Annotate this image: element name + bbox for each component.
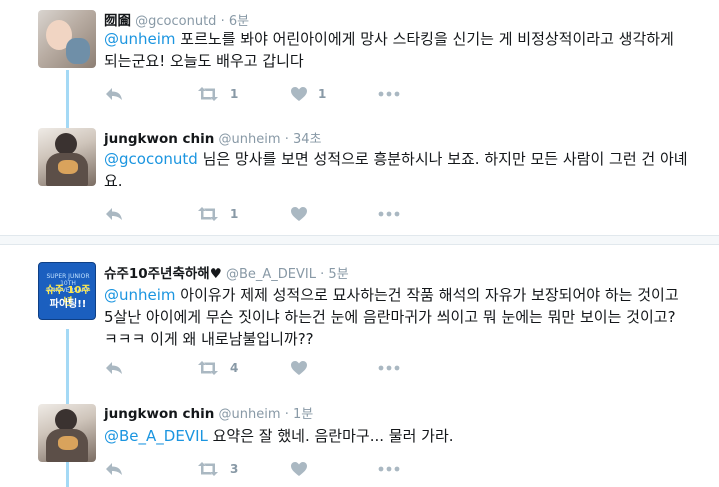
reply-button[interactable] <box>104 459 124 479</box>
display-name[interactable]: 슈주10주년축하해♥ <box>104 266 222 282</box>
avatar[interactable]: SUPER JUNIOR 10TH ANNIVERSARY 슈주 10주년 파이… <box>38 262 96 320</box>
retweet-button[interactable]: 3 <box>196 459 238 479</box>
retweet-icon <box>196 360 220 376</box>
display-name[interactable]: 囫圇 <box>104 13 131 29</box>
mention-link[interactable]: @unheim <box>104 286 176 304</box>
tweet-actions: 4 <box>104 358 424 378</box>
more-button[interactable] <box>378 459 400 479</box>
tweet-header: jungkwon chin @unheim · 34초 <box>104 128 322 147</box>
retweet-count: 4 <box>230 361 239 375</box>
retweet-icon <box>196 206 220 222</box>
mention-link[interactable]: @Be_A_DEVIL <box>104 427 208 445</box>
more-button[interactable] <box>378 84 400 104</box>
reply-icon <box>104 461 124 477</box>
user-handle[interactable]: @unheim <box>219 407 281 422</box>
retweet-button[interactable]: 1 <box>196 204 238 224</box>
like-button[interactable] <box>290 358 308 378</box>
tweet-header: 囫圇 @gcoconutd · 6분 <box>104 9 249 29</box>
like-count: 1 <box>318 87 327 101</box>
retweet-count: 3 <box>230 462 239 476</box>
avatar[interactable] <box>38 404 96 462</box>
avatar[interactable] <box>38 10 96 68</box>
tweet-text: @unheim 포르노를 봐야 어린아이에게 망사 스타킹을 신기는 게 비정상… <box>104 28 689 72</box>
more-icon <box>378 91 400 97</box>
user-handle[interactable]: @Be_A_DEVIL <box>226 267 316 282</box>
like-button[interactable]: 1 <box>290 84 326 104</box>
like-icon <box>290 360 308 376</box>
retweet-button[interactable]: 1 <box>196 84 238 104</box>
separator-dot: · <box>320 267 325 282</box>
tweet-4[interactable]: jungkwon chin @unheim · 1분 @Be_A_DEVIL 요… <box>0 390 719 487</box>
like-icon <box>290 206 308 222</box>
tweet-header: 슈주10주년축하해♥ @Be_A_DEVIL · 5분 <box>104 262 349 282</box>
reply-icon <box>104 360 124 376</box>
mention-link[interactable]: @unheim <box>104 30 176 48</box>
reply-icon <box>104 206 124 222</box>
timestamp[interactable]: 1분 <box>293 407 313 422</box>
retweet-count: 1 <box>230 87 239 101</box>
more-icon <box>378 211 400 217</box>
reply-icon <box>104 86 124 102</box>
tweet-actions: 3 <box>104 459 424 479</box>
tweet-3[interactable]: SUPER JUNIOR 10TH ANNIVERSARY 슈주 10주년 파이… <box>0 245 719 390</box>
tweet-body: 포르노를 봐야 어린아이에게 망사 스타킹을 신기는 게 비정상적이라고 생각하… <box>104 30 674 70</box>
display-name[interactable]: jungkwon chin <box>104 406 214 422</box>
avatar[interactable] <box>38 128 96 186</box>
like-button[interactable] <box>290 459 308 479</box>
timestamp[interactable]: 6분 <box>229 14 249 29</box>
retweet-icon <box>196 461 220 477</box>
tweet-actions: 1 <box>104 204 424 224</box>
avatar-subtitle: 파이팅!! <box>49 299 87 310</box>
tweet-body: 요약은 잘 했네. 음란마구... 물러 가라. <box>207 427 454 445</box>
timestamp[interactable]: 34초 <box>293 132 322 147</box>
mention-link[interactable]: @gcoconutd <box>104 150 198 168</box>
more-button[interactable] <box>378 358 400 378</box>
retweet-count: 1 <box>230 207 239 221</box>
tweet-2[interactable]: jungkwon chin @unheim · 34초 @gcoconutd 님… <box>0 120 719 235</box>
timestamp[interactable]: 5분 <box>328 267 348 282</box>
like-button[interactable] <box>290 204 308 224</box>
conversation-divider <box>0 235 719 245</box>
more-icon <box>378 365 400 371</box>
tweet-1[interactable]: 囫圇 @gcoconutd · 6분 @unheim 포르노를 봐야 어린아이에… <box>0 0 719 120</box>
reply-button[interactable] <box>104 204 124 224</box>
tweet-actions: 1 1 <box>104 84 424 104</box>
reply-button[interactable] <box>104 358 124 378</box>
like-icon <box>290 86 308 102</box>
separator-dot: · <box>284 132 289 147</box>
retweet-button[interactable]: 4 <box>196 358 238 378</box>
like-icon <box>290 461 308 477</box>
separator-dot: · <box>220 14 225 29</box>
tweet-text: @unheim 아이유가 제제 성적으로 묘사하는건 작품 해석의 자유가 보장… <box>104 284 689 350</box>
user-handle[interactable]: @gcoconutd <box>135 14 216 29</box>
tweet-header: jungkwon chin @unheim · 1분 <box>104 403 313 422</box>
tweet-body: 아이유가 제제 성적으로 묘사하는건 작품 해석의 자유가 보장되어야 하는 것… <box>104 286 679 348</box>
retweet-icon <box>196 86 220 102</box>
more-icon <box>378 466 400 472</box>
more-button[interactable] <box>378 204 400 224</box>
user-handle[interactable]: @unheim <box>219 132 281 147</box>
reply-button[interactable] <box>104 84 124 104</box>
tweet-text: @gcoconutd 님은 망사를 보면 성적으로 흥분하시나 보죠. 하지만 … <box>104 148 689 192</box>
display-name[interactable]: jungkwon chin <box>104 131 214 147</box>
tweet-text: @Be_A_DEVIL 요약은 잘 했네. 음란마구... 물러 가라. <box>104 425 689 447</box>
separator-dot: · <box>284 407 289 422</box>
